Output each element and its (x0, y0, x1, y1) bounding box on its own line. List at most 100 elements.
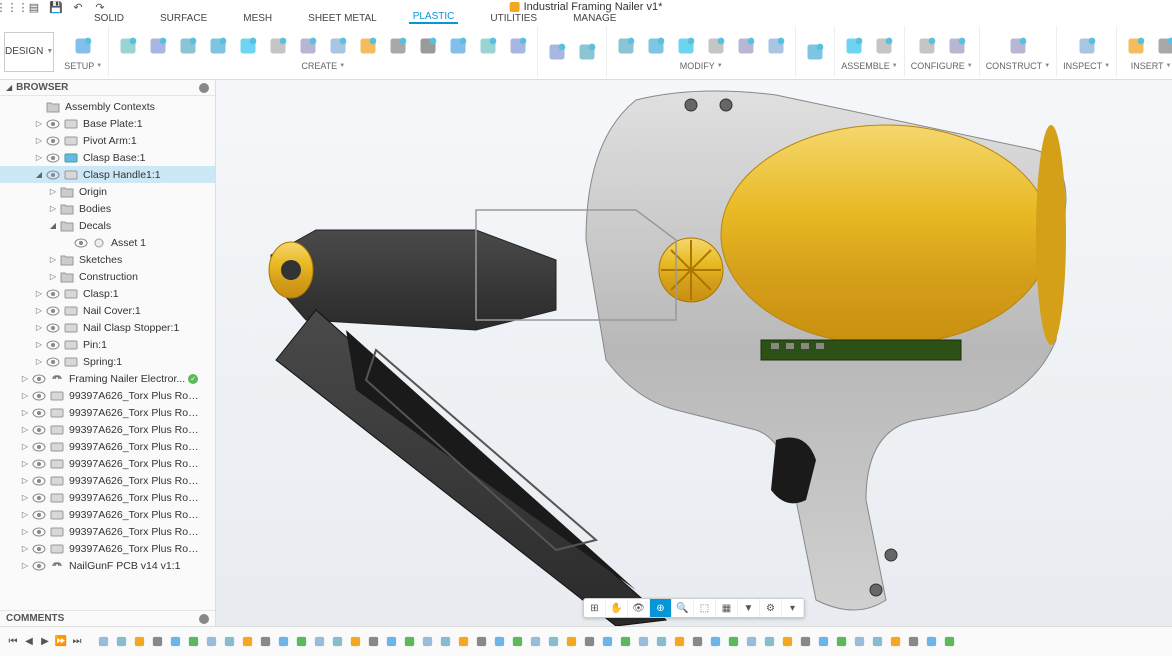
timeline-feature[interactable] (528, 634, 543, 649)
timeline-feature[interactable] (258, 634, 273, 649)
expand-icon[interactable]: ▷ (48, 272, 58, 281)
tree-node[interactable]: ▷99397A626_Torx Plus Roundec... (0, 472, 215, 489)
tab-mesh[interactable]: MESH (239, 13, 276, 24)
visibility-icon[interactable] (46, 357, 60, 367)
timeline-feature[interactable] (168, 634, 183, 649)
undo-icon[interactable]: ↶ (72, 1, 84, 13)
expand-icon[interactable]: ▷ (48, 204, 58, 213)
timeline-transport-button[interactable]: ▶ (38, 635, 52, 649)
visibility-icon[interactable] (32, 527, 46, 537)
timeline-feature[interactable] (780, 634, 795, 649)
ribbon-tool[interactable] (145, 33, 171, 59)
ribbon-tool[interactable] (1153, 33, 1172, 59)
expand-icon[interactable]: ▷ (34, 306, 44, 315)
visibility-icon[interactable] (32, 544, 46, 554)
timeline-feature[interactable] (690, 634, 705, 649)
redo-icon[interactable]: ↷ (94, 1, 106, 13)
ribbon-tool[interactable] (733, 33, 759, 59)
ribbon-tool[interactable] (703, 33, 729, 59)
expand-icon[interactable]: ▷ (34, 136, 44, 145)
save-icon[interactable]: 💾 (50, 1, 62, 13)
expand-icon[interactable]: ▷ (20, 408, 30, 417)
timeline-feature[interactable] (726, 634, 741, 649)
timeline-feature[interactable] (852, 634, 867, 649)
expand-icon[interactable]: ▷ (20, 374, 30, 383)
expand-icon[interactable]: ▷ (34, 153, 44, 162)
ribbon-tool[interactable] (175, 33, 201, 59)
expand-icon[interactable]: ▷ (34, 340, 44, 349)
ribbon-tool[interactable] (944, 33, 970, 59)
tree-node[interactable]: ◢Decals (0, 217, 215, 234)
ribbon-group-label[interactable]: CONSTRUCT (986, 61, 1050, 71)
tree-node[interactable]: ▷99397A626_Torx Plus Roundec... (0, 438, 215, 455)
tab-sheet-metal[interactable]: SHEET METAL (304, 13, 381, 24)
tree-node[interactable]: ▷Nail Cover:1 (0, 302, 215, 319)
tab-plastic[interactable]: PLASTIC (409, 11, 459, 24)
timeline-feature[interactable] (96, 634, 111, 649)
tree-node[interactable]: ▷Pivot Arm:1 (0, 132, 215, 149)
view-tool[interactable]: ▾ (782, 599, 804, 617)
view-tool[interactable]: ✋ (606, 599, 628, 617)
tree-node[interactable]: ▷99397A626_Torx Plus Roundec... (0, 404, 215, 421)
collapse-icon[interactable]: ◢ (6, 83, 12, 92)
tree-node[interactable]: ▷99397A626_Torx Plus Roundec... (0, 489, 215, 506)
ribbon-tool[interactable] (235, 33, 261, 59)
timeline-feature[interactable] (708, 634, 723, 649)
ribbon-group-label[interactable]: MODIFY (680, 61, 723, 71)
timeline-feature[interactable] (888, 634, 903, 649)
timeline-feature[interactable] (438, 634, 453, 649)
timeline-feature[interactable] (204, 634, 219, 649)
timeline-feature[interactable] (816, 634, 831, 649)
tree-node[interactable]: ▷99397A626_Torx Plus Roundec... (0, 506, 215, 523)
ribbon-tool[interactable] (914, 33, 940, 59)
ribbon-tool[interactable] (613, 33, 639, 59)
apps-icon[interactable]: ⋮⋮⋮ (6, 1, 18, 13)
file-icon[interactable]: ▤ (28, 1, 40, 13)
timeline-feature[interactable] (798, 634, 813, 649)
tree-node[interactable]: ▷99397A626_Torx Plus Roundec... (0, 455, 215, 472)
expand-icon[interactable]: ▷ (20, 476, 30, 485)
expand-icon[interactable]: ▷ (20, 459, 30, 468)
ribbon-tool[interactable] (70, 33, 96, 59)
timeline-feature[interactable] (348, 634, 363, 649)
visibility-icon[interactable] (46, 306, 60, 316)
timeline-feature[interactable] (618, 634, 633, 649)
visibility-icon[interactable] (32, 510, 46, 520)
tree-node[interactable]: ▷Sketches (0, 251, 215, 268)
visibility-icon[interactable] (32, 459, 46, 469)
tree-node[interactable]: ▷Nail Clasp Stopper:1 (0, 319, 215, 336)
timeline-feature[interactable] (744, 634, 759, 649)
timeline-feature[interactable] (420, 634, 435, 649)
tab-manage[interactable]: MANAGE (569, 13, 620, 24)
tree-node[interactable]: ▷Bodies (0, 200, 215, 217)
visibility-icon[interactable] (46, 153, 60, 163)
tree-node[interactable]: ▷Clasp Base:1 (0, 149, 215, 166)
ribbon-group-label[interactable]: CONFIGURE (911, 61, 973, 71)
ribbon-tool[interactable] (871, 33, 897, 59)
visibility-icon[interactable] (32, 425, 46, 435)
tree-node[interactable]: Assembly Contexts (0, 98, 215, 115)
tree-node[interactable]: ▷NailGunF PCB v14 v1:1 (0, 557, 215, 574)
visibility-icon[interactable] (46, 323, 60, 333)
timeline-feature[interactable] (942, 634, 957, 649)
visibility-icon[interactable] (32, 561, 46, 571)
ribbon-tool[interactable] (415, 33, 441, 59)
visibility-icon[interactable] (32, 391, 46, 401)
view-tool[interactable]: ⊞ (584, 599, 606, 617)
gear-icon[interactable] (199, 83, 209, 93)
expand-icon[interactable]: ▷ (34, 289, 44, 298)
expand-icon[interactable]: ▷ (20, 527, 30, 536)
design-dropdown[interactable]: DESIGN (4, 32, 54, 72)
visibility-icon[interactable] (46, 170, 60, 180)
visibility-icon[interactable] (46, 119, 60, 129)
timeline-feature[interactable] (150, 634, 165, 649)
ribbon-tool[interactable] (841, 33, 867, 59)
visibility-icon[interactable] (32, 493, 46, 503)
timeline-feature[interactable] (672, 634, 687, 649)
ribbon-tool[interactable] (325, 33, 351, 59)
visibility-icon[interactable] (46, 136, 60, 146)
tree-node[interactable]: ◢Clasp Handle1:1 (0, 166, 215, 183)
expand-icon[interactable]: ▷ (20, 425, 30, 434)
ribbon-tool[interactable] (1005, 33, 1031, 59)
expand-icon[interactable]: ◢ (34, 170, 44, 179)
